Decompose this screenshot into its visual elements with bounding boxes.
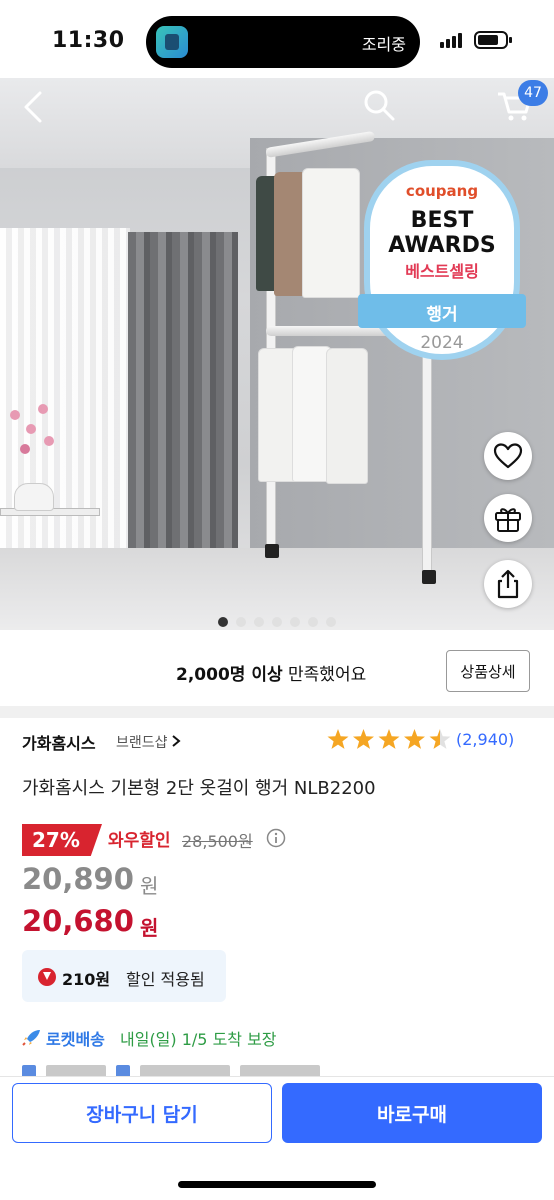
final-price: 20,680 (22, 904, 134, 938)
product-image[interactable]: coupang BEST AWARDS 베스트셀링 행거 2024 (0, 78, 554, 630)
regular-price: 20,890 (22, 862, 134, 896)
pagination-dot[interactable] (272, 617, 282, 627)
star-icon (404, 729, 425, 749)
add-to-cart-button[interactable]: 장바구니 담기 (12, 1083, 272, 1143)
cart-count-badge: 47 (518, 80, 548, 106)
discount-amount: 210원 (62, 970, 111, 989)
wishlist-button[interactable] (484, 432, 532, 480)
island-status-text: 조리중 (361, 35, 406, 54)
image-pagination[interactable] (0, 612, 554, 627)
rating-stars[interactable] (326, 728, 452, 752)
product-title: 가화홈시스 기본형 2단 옷걸이 행거 NLB2200 (22, 778, 376, 799)
award-title-line2: AWARDS (388, 233, 496, 258)
home-indicator[interactable] (178, 1181, 376, 1188)
search-icon[interactable] (362, 88, 396, 122)
pagination-dot[interactable] (308, 617, 318, 627)
hanging-shirt (302, 168, 360, 298)
app-icon (156, 26, 188, 58)
rocket-icon (22, 1030, 40, 1046)
original-price: 28,500원 (182, 832, 253, 851)
signal-icon (440, 32, 466, 48)
pagination-dot[interactable] (290, 617, 300, 627)
final-price-currency: 원 (140, 916, 159, 940)
rocket-delivery-label: 로켓배송 (46, 1030, 105, 1049)
hanging-shirt (326, 348, 368, 484)
back-arrow-icon[interactable] (20, 90, 50, 124)
brand-name[interactable]: 가화홈시스 (22, 730, 96, 754)
pagination-dot[interactable] (326, 617, 336, 627)
satisfaction-count: 2,000명 이상 (176, 665, 283, 685)
star-icon (353, 729, 374, 749)
star-icon (429, 729, 451, 749)
delivery-eta: 내일(일) 1/5 도착 보장 (120, 1030, 277, 1049)
pagination-dot[interactable] (218, 617, 228, 627)
wow-discount-label: 와우할인 (108, 831, 171, 851)
status-time: 11:30 (52, 28, 125, 53)
info-icon[interactable] (266, 828, 286, 848)
down-arrow-icon (38, 968, 56, 986)
battery-icon (474, 31, 512, 49)
brand-shop-link[interactable]: 브랜드샵 (116, 732, 181, 752)
award-logo: coupang (405, 182, 479, 200)
gift-icon (495, 508, 521, 532)
cut-off-content (22, 1060, 362, 1076)
section-divider (0, 706, 554, 718)
discount-applied-box: 210원 할인 적용됨 (22, 950, 226, 1002)
best-award-badge: coupang BEST AWARDS 베스트셀링 행거 2024 (358, 160, 526, 360)
star-icon (327, 729, 349, 749)
share-icon (497, 569, 519, 599)
award-title-line1: BEST (410, 208, 474, 233)
dynamic-island: 조리중 (146, 16, 420, 68)
discount-badge: 27% (22, 824, 102, 856)
share-button[interactable] (484, 560, 532, 608)
pagination-dot[interactable] (254, 617, 264, 627)
rating-count[interactable]: (2,940) (456, 730, 514, 749)
star-icon (378, 729, 400, 749)
status-bar: 11:30 조리중 (0, 0, 554, 80)
award-year: 2024 (420, 333, 464, 353)
gift-button[interactable] (484, 494, 532, 542)
chevron-right-icon (171, 735, 181, 747)
heart-icon (493, 443, 523, 469)
satisfaction-text: 만족했어요 (288, 665, 367, 685)
bottom-action-bar: 장바구니 담기 바로구매 (0, 1076, 554, 1200)
buy-now-button[interactable]: 바로구매 (282, 1083, 542, 1143)
award-category: 행거 (426, 305, 458, 325)
pagination-dot[interactable] (236, 617, 246, 627)
product-detail-button[interactable]: 상품상세 (446, 650, 530, 692)
discount-applied-label: 할인 적용됨 (126, 970, 205, 989)
regular-price-currency: 원 (140, 874, 159, 898)
award-label: 베스트셀링 (405, 262, 479, 281)
